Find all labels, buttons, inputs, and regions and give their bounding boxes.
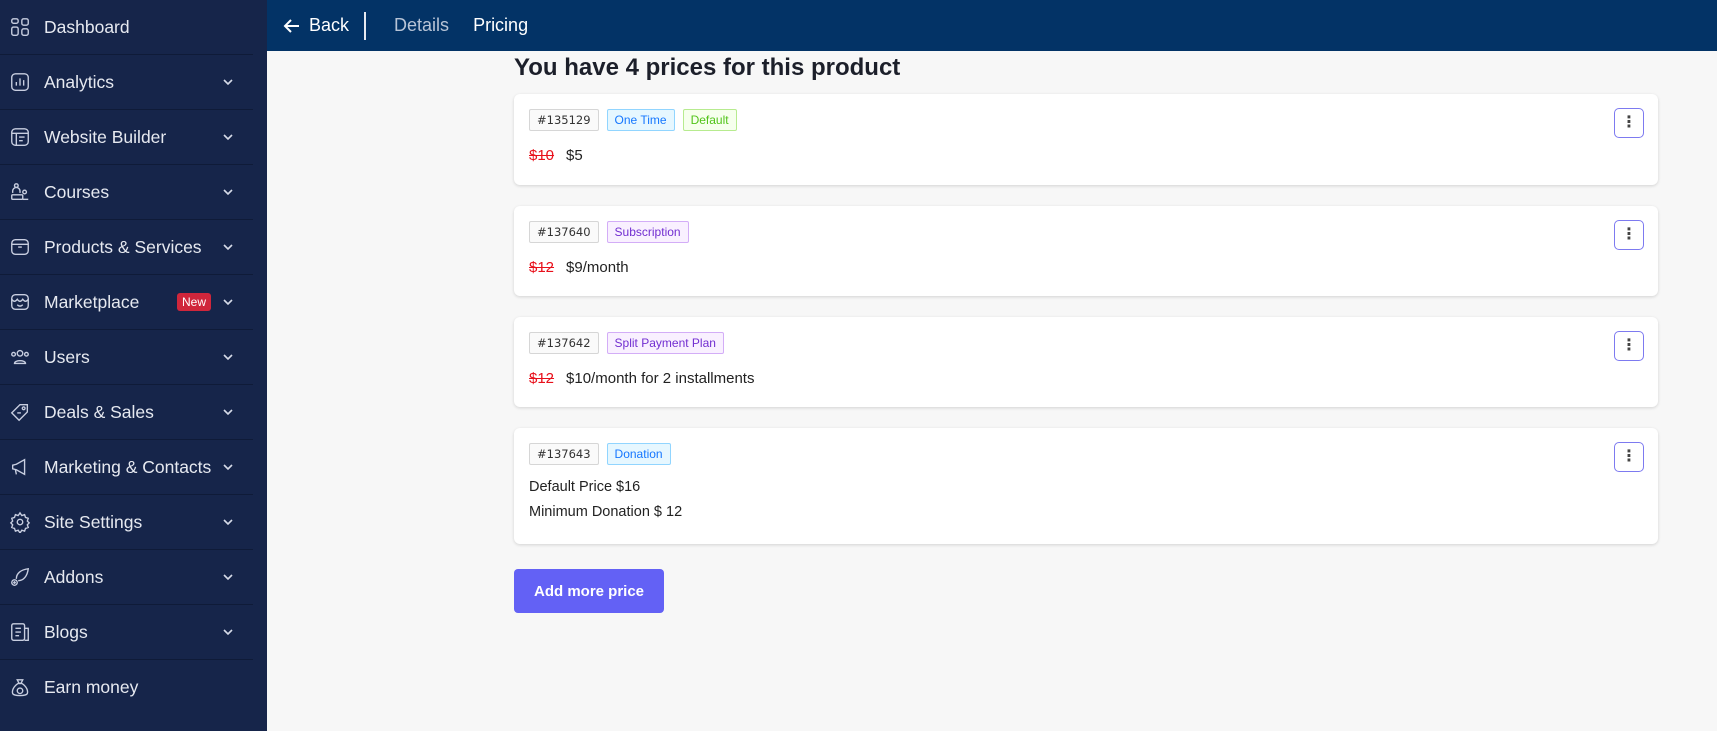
blog-icon (8, 620, 32, 644)
price-menu-button[interactable]: ⋮ (1614, 220, 1644, 250)
back-label: Back (309, 15, 350, 35)
price-card: #137640 Subscription $12 $9/month ⋮ (514, 206, 1658, 296)
sidebar-item-dashboard[interactable]: Dashboard (0, 0, 253, 55)
more-vertical-icon: ⋮ (1621, 226, 1637, 243)
sidebar-item-marketing-contacts[interactable]: Marketing & Contacts (0, 440, 253, 495)
money-bag-icon (8, 676, 32, 700)
sidebar-item-label: Marketing & Contacts (44, 456, 212, 477)
sidebar-item-analytics[interactable]: Analytics (0, 55, 253, 110)
sidebar-item-site-settings[interactable]: Site Settings (0, 495, 253, 550)
chevron-down-icon[interactable] (221, 625, 235, 639)
sidebar-item-courses[interactable]: Courses (0, 165, 253, 220)
price-type-tag: Subscription (606, 221, 689, 243)
current-price: $5 (566, 147, 583, 164)
default-tag: Default (682, 109, 737, 131)
price-id-tag: #135129 (529, 109, 599, 131)
new-badge: New (176, 293, 211, 311)
default-price: Default Price $16 (529, 479, 641, 495)
store-icon (8, 290, 32, 314)
sidebar-item-products-services[interactable]: Products & Services (0, 220, 253, 275)
sidebar-item-label: Blogs (44, 621, 88, 642)
sidebar-item-label: Deals & Sales (44, 401, 154, 422)
price-menu-button[interactable]: ⋮ (1614, 331, 1644, 361)
tag-icon (8, 400, 32, 424)
price-card: #137643 Donation Default Price $16 Minim… (514, 428, 1658, 544)
tab-details[interactable]: Details (394, 15, 449, 36)
price-card: #135129 One Time Default $10 $5 ⋮ (514, 94, 1658, 185)
more-vertical-icon: ⋮ (1621, 114, 1637, 131)
more-vertical-icon: ⋮ (1621, 337, 1637, 354)
minimum-donation: Minimum Donation $ 12 (529, 504, 683, 520)
price-type-tag: Donation (606, 443, 671, 465)
sidebar-item-addons[interactable]: Addons (0, 550, 253, 605)
price-type-tag: One Time (606, 109, 675, 131)
sidebar-item-label: Site Settings (44, 511, 143, 532)
chevron-down-icon[interactable] (221, 460, 235, 474)
sidebar-item-label: Products & Services (44, 236, 202, 257)
divider (364, 11, 367, 40)
website-builder-icon (8, 125, 32, 149)
chevron-down-icon[interactable] (221, 295, 235, 309)
chevron-down-icon[interactable] (221, 515, 235, 529)
chevron-down-icon[interactable] (221, 240, 235, 254)
back-button[interactable]: Back (283, 15, 349, 36)
chevron-down-icon[interactable] (221, 350, 235, 364)
sidebar-item-label: Website Builder (44, 126, 167, 147)
sidebar-item-label: Dashboard (44, 16, 130, 37)
dashboard-icon (8, 15, 32, 39)
chevron-down-icon[interactable] (221, 130, 235, 144)
chevron-down-icon[interactable] (221, 75, 235, 89)
price-menu-button[interactable]: ⋮ (1614, 108, 1644, 138)
analytics-icon (8, 70, 32, 94)
sidebar-item-label: Earn money (44, 677, 139, 697)
current-price: $10/month for 2 installments (566, 370, 755, 387)
original-price: $12 (529, 259, 555, 276)
current-price: $9/month (566, 259, 629, 276)
add-more-price-button[interactable]: Add more price (514, 569, 665, 613)
sidebar-item-blogs[interactable]: Blogs (0, 605, 253, 660)
main-content: You have 4 prices for this product #1351… (514, 51, 1658, 613)
arrow-left-icon (283, 18, 299, 33)
tab-pricing[interactable]: Pricing (473, 15, 528, 36)
sidebar: Dashboard Analytics Website Builder Cour… (0, 0, 267, 731)
chevron-down-icon[interactable] (221, 405, 235, 419)
price-type-tag: Split Payment Plan (606, 332, 724, 354)
price-menu-button[interactable]: ⋮ (1614, 442, 1644, 472)
addons-icon (8, 565, 32, 589)
chevron-down-icon[interactable] (221, 570, 235, 584)
sidebar-item-users[interactable]: Users (0, 330, 253, 385)
top-nav-bar: Back Details Pricing (267, 0, 1717, 51)
sidebar-item-marketplace[interactable]: Marketplace New (0, 275, 253, 330)
price-id-tag: #137643 (529, 443, 599, 465)
price-id-tag: #137640 (529, 221, 599, 243)
sidebar-item-label: Analytics (44, 71, 115, 92)
price-card: #137642 Split Payment Plan $12 $10/month… (514, 317, 1658, 407)
more-vertical-icon: ⋮ (1621, 448, 1637, 465)
megaphone-icon (8, 455, 32, 479)
original-price: $10 (529, 147, 555, 164)
page-title: You have 4 prices for this product (514, 54, 901, 81)
sidebar-item-label: Marketplace (44, 291, 140, 312)
sidebar-item-label: Users (44, 346, 90, 367)
settings-icon (8, 510, 32, 534)
box-icon (8, 235, 32, 259)
chevron-down-icon[interactable] (221, 185, 235, 199)
sidebar-item-earn-money[interactable]: Earn money (0, 660, 253, 715)
users-icon (8, 345, 32, 369)
sidebar-item-label: Addons (44, 566, 104, 587)
sidebar-item-label: Courses (44, 181, 110, 202)
original-price: $12 (529, 370, 555, 387)
sidebar-item-website-builder[interactable]: Website Builder (0, 110, 253, 165)
price-id-tag: #137642 (529, 332, 599, 354)
sidebar-item-deals-sales[interactable]: Deals & Sales (0, 385, 253, 440)
courses-icon (8, 180, 32, 204)
